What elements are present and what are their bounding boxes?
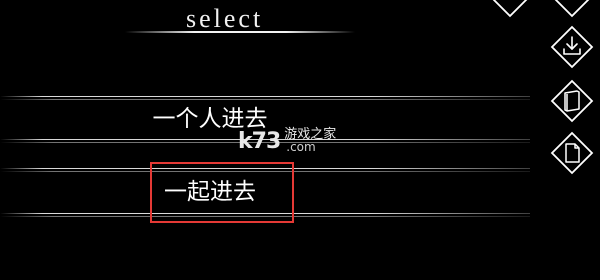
watermark: k73 游戏之家 .com: [238, 126, 336, 156]
select-title: select: [186, 4, 264, 33]
choice-go-alone[interactable]: 一个人进去: [0, 102, 420, 136]
document-icon: [565, 143, 580, 163]
watermark-domain: .com: [286, 140, 316, 154]
divider-line: [0, 96, 530, 97]
book-icon: [564, 90, 580, 112]
document-button[interactable]: [550, 131, 594, 175]
download-icon: [563, 36, 581, 55]
watermark-logo: k73: [238, 128, 281, 154]
diamond-decoration: [488, 0, 532, 18]
game-select-screen: select 一个人进去 一起进去 k73 游戏之家 .com: [0, 0, 600, 280]
book-button[interactable]: [550, 79, 594, 123]
selection-highlight-box: [150, 162, 294, 223]
divider-line: [0, 99, 530, 100]
download-button[interactable]: [550, 25, 594, 69]
title-underline: [125, 31, 355, 33]
diamond-decoration: [550, 0, 594, 18]
